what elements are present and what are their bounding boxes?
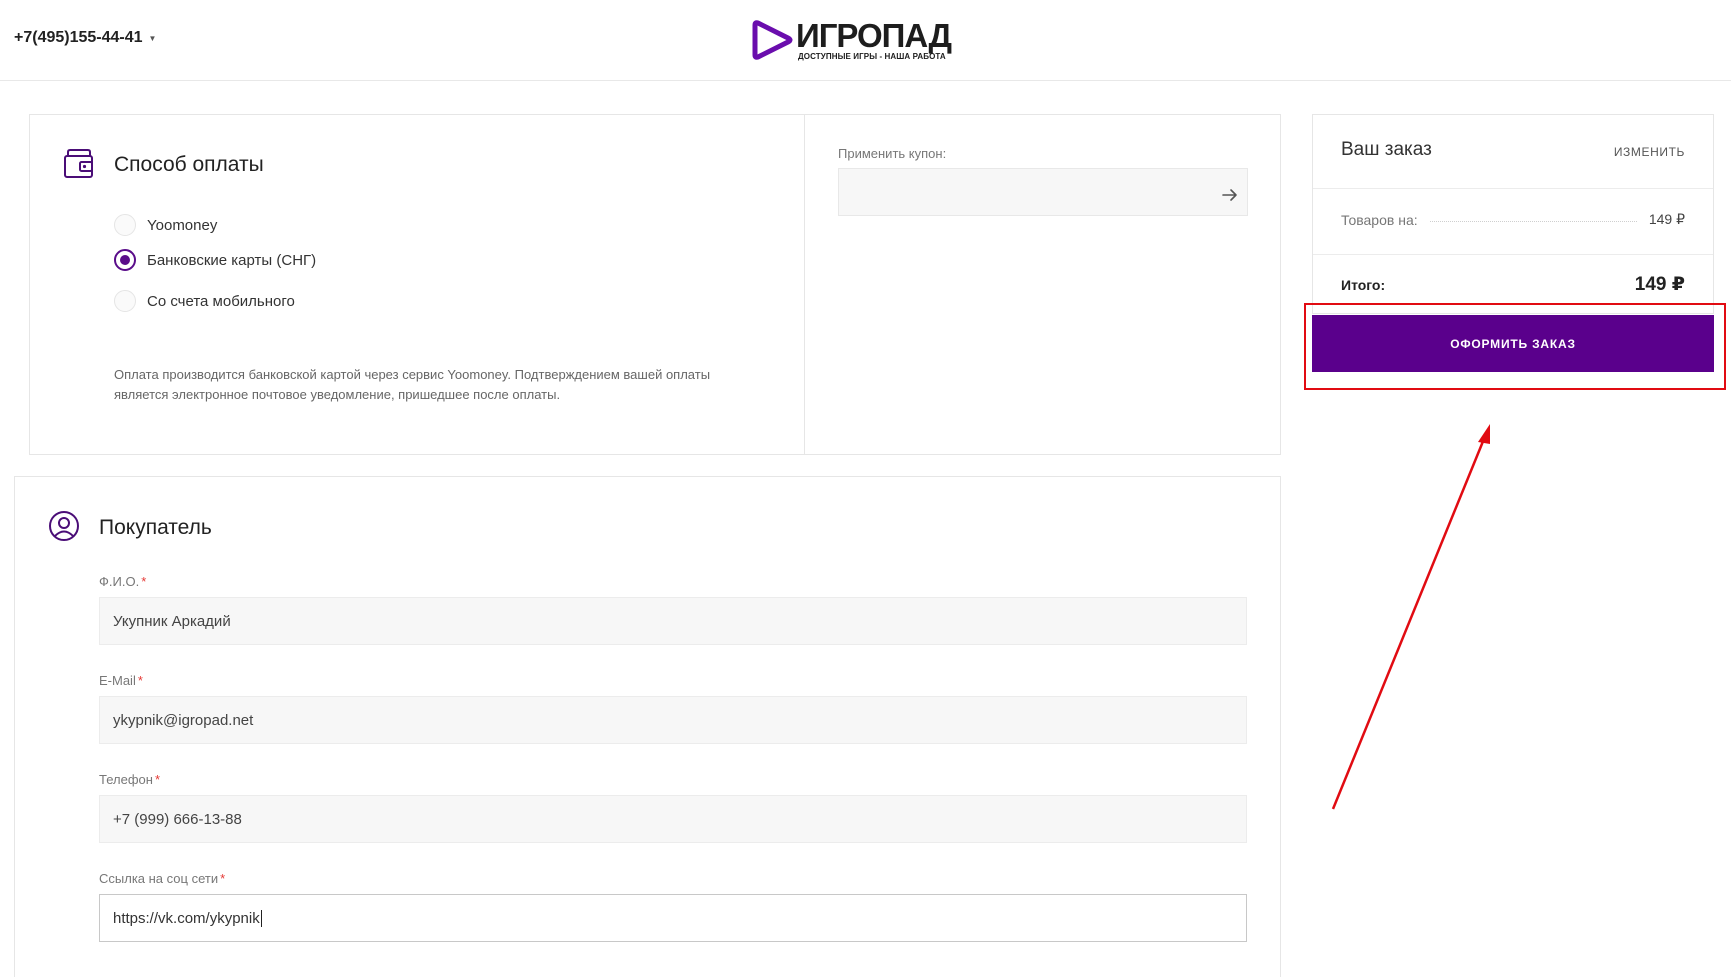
payment-option-label: Yoomoney — [147, 216, 218, 234]
social-link-label-text: Ссылка на соц сети — [99, 871, 219, 886]
email-label-text: E-Mail — [99, 673, 136, 688]
payment-title: Способ оплаты — [114, 153, 264, 176]
email-label: E-Mail * — [99, 673, 143, 688]
buyer-panel: Покупатель Ф.И.О. * Укупник Аркадий E-Mai… — [14, 476, 1281, 977]
buyer-title: Покупатель — [99, 516, 212, 539]
total-amount: 149 ₽ — [1634, 274, 1685, 295]
payment-option-yoomoney[interactable]: Yoomoney — [114, 214, 217, 236]
required-mark: * — [141, 574, 147, 589]
payment-option-label: Со счета мобильного — [147, 292, 295, 310]
phone-field-value: +7 (999) 666-13-88 — [113, 810, 242, 828]
phone-label-text: Телефон — [99, 772, 153, 787]
items-amount: 149 ₽ — [1648, 211, 1685, 227]
user-icon — [49, 511, 79, 541]
divider — [1313, 254, 1713, 255]
radio-button-selected[interactable] — [114, 249, 136, 271]
required-mark: * — [220, 871, 226, 886]
social-link-field-value: https://vk.com/ykypnik — [113, 909, 260, 927]
payment-method-panel: Способ оплаты Yoomoney Банковские карты … — [29, 114, 1281, 455]
order-title: Ваш заказ — [1341, 139, 1432, 160]
divider — [1313, 188, 1713, 189]
social-link-label: Ссылка на соц сети * — [99, 871, 225, 886]
coupon-input[interactable] — [838, 168, 1248, 216]
panel-divider — [804, 115, 805, 454]
social-link-field[interactable]: https://vk.com/ykypnik — [99, 894, 1247, 942]
arrow-right-icon[interactable] — [1221, 186, 1239, 204]
coupon-label: Применить купон: — [838, 146, 947, 161]
items-label: Товаров на: — [1341, 211, 1418, 228]
radio-button[interactable] — [114, 290, 136, 312]
annotation-arrow-icon — [1331, 424, 1490, 810]
required-mark: * — [137, 673, 143, 688]
name-field-value: Укупник Аркадий — [113, 612, 231, 630]
site-logo[interactable]: ИГРОПАД ДОСТУПНЫЕ ИГРЫ - НАША РАБОТА — [752, 16, 952, 64]
text-cursor — [260, 909, 262, 927]
required-mark: * — [154, 772, 160, 787]
payment-option-bank-cards[interactable]: Банковские карты (СНГ) — [114, 249, 316, 271]
logo-title: ИГРОПАД — [796, 16, 952, 54]
payment-note: Оплата производится банковской картой че… — [114, 367, 711, 402]
total-label: Итого: — [1341, 276, 1386, 293]
email-field[interactable]: ykypnik@igropad.net — [99, 696, 1247, 744]
name-field[interactable]: Укупник Аркадий — [99, 597, 1247, 645]
items-total-row: Товаров на: 149 ₽ — [1341, 211, 1685, 228]
site-header: +7(495)155-44-41 ▼ ИГРОПАД ДОСТУПНЫЕ ИГР… — [0, 0, 1731, 81]
dotted-leader — [1429, 221, 1637, 222]
order-summary-panel: Ваш заказ изменить Товаров на: 149 ₽ Ито… — [1312, 114, 1714, 314]
annotation-highlight-box — [1304, 303, 1726, 390]
header-phone[interactable]: +7(495)155-44-41 ▼ — [14, 29, 156, 47]
change-order-link[interactable]: изменить — [1614, 145, 1685, 159]
name-label: Ф.И.О. * — [99, 574, 146, 589]
chevron-down-icon: ▼ — [148, 33, 157, 43]
payment-option-label: Банковские карты (СНГ) — [147, 251, 317, 269]
phone-label: Телефон * — [99, 772, 160, 787]
phone-field[interactable]: +7 (999) 666-13-88 — [99, 795, 1247, 843]
play-logo-icon — [752, 20, 793, 60]
order-total-row: Итого: 149 ₽ — [1341, 273, 1685, 296]
wallet-icon — [64, 149, 93, 178]
payment-option-mobile[interactable]: Со счета мобильного — [114, 290, 295, 312]
phone-number: +7(495)155-44-41 — [14, 29, 143, 46]
radio-button[interactable] — [114, 214, 136, 236]
logo-subtitle: ДОСТУПНЫЕ ИГРЫ - НАША РАБОТА — [798, 51, 946, 61]
name-label-text: Ф.И.О. — [99, 574, 140, 589]
email-field-value: ykypnik@igropad.net — [113, 711, 254, 729]
